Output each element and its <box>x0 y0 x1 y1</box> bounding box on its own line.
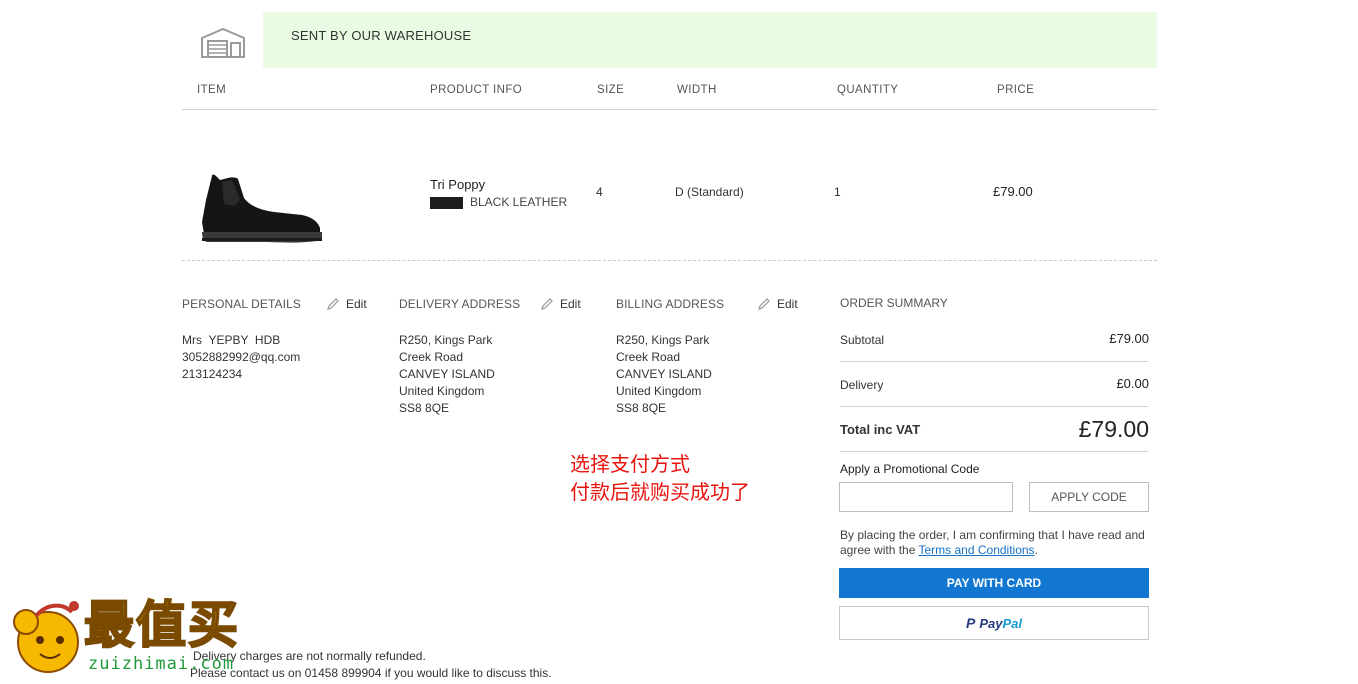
summary-divider <box>840 451 1148 452</box>
warehouse-icon <box>200 26 246 58</box>
header-item: ITEM <box>197 84 227 96</box>
personal-details-block: Mrs YEPBY HDB 3052882992@qq.com 21312423… <box>182 332 300 383</box>
pay-with-card-button[interactable]: PAY WITH CARD <box>839 568 1149 598</box>
address-line: United Kingdom <box>399 384 485 398</box>
billing-address-block: R250, Kings Park Creek Road CANVEY ISLAN… <box>616 332 712 417</box>
watermark-url: zuizhimai.com <box>88 654 235 674</box>
delivery-value: £0.00 <box>1116 376 1149 391</box>
product-price: £79.00 <box>993 184 1033 199</box>
terms-link[interactable]: Terms and Conditions <box>919 543 1035 557</box>
watermark-mascot-icon <box>6 596 88 676</box>
header-quantity: QUANTITY <box>837 84 899 96</box>
paypal-logo-icon: P <box>966 615 976 631</box>
annotation-note: 选择支付方式 付款后就购买成功了 <box>570 450 750 506</box>
address-line: United Kingdom <box>616 384 702 398</box>
edit-personal-button[interactable]: Edit <box>326 297 367 311</box>
summary-divider <box>840 361 1148 362</box>
address-line: CANVEY ISLAND <box>616 367 712 381</box>
total-label: Total inc VAT <box>840 422 921 437</box>
address-line: CANVEY ISLAND <box>399 367 495 381</box>
address-line: SS8 8QE <box>399 401 450 415</box>
address-line: Creek Road <box>616 350 681 364</box>
product-width: D (Standard) <box>675 185 744 199</box>
delivery-address-block: R250, Kings Park Creek Road CANVEY ISLAN… <box>399 332 495 417</box>
address-line: SS8 8QE <box>616 401 667 415</box>
edit-label: Edit <box>560 297 581 311</box>
watermark-title: 最值买 <box>83 596 240 654</box>
apply-code-button[interactable]: APPLY CODE <box>1029 482 1149 512</box>
promo-code-input[interactable] <box>839 482 1013 512</box>
personal-phone: 213124234 <box>182 367 243 381</box>
paypal-pay-text: Pay <box>979 615 1003 631</box>
summary-divider <box>840 406 1148 407</box>
footer-note-contact: Please contact us on 01458 899904 if you… <box>190 666 552 680</box>
terms-notice: By placing the order, I am confirming th… <box>840 528 1150 558</box>
header-width: WIDTH <box>677 84 717 96</box>
product-name[interactable]: Tri Poppy <box>430 177 485 192</box>
row-divider <box>182 260 1157 261</box>
product-image[interactable] <box>198 170 326 246</box>
edit-billing-button[interactable]: Edit <box>757 297 798 311</box>
edit-label: Edit <box>346 297 367 311</box>
color-swatch <box>430 197 463 209</box>
warehouse-banner-text: SENT BY OUR WAREHOUSE <box>291 28 472 43</box>
pencil-icon <box>541 298 553 310</box>
paypal-pal-text: Pal <box>1002 615 1022 631</box>
delivery-address-title: DELIVERY ADDRESS <box>399 297 521 311</box>
order-summary-title: ORDER SUMMARY <box>840 296 948 310</box>
billing-address-title: BILLING ADDRESS <box>616 297 725 311</box>
promo-code-title: Apply a Promotional Code <box>840 462 980 476</box>
edit-label: Edit <box>777 297 798 311</box>
pencil-icon <box>327 298 339 310</box>
edit-delivery-button[interactable]: Edit <box>540 297 581 311</box>
address-line: R250, Kings Park <box>616 333 710 347</box>
header-size: SIZE <box>597 84 625 96</box>
header-price: PRICE <box>997 84 1035 96</box>
total-value: £79.00 <box>1078 416 1149 442</box>
subtotal-label: Subtotal <box>840 333 885 347</box>
paypal-button[interactable]: P PayPal <box>839 606 1149 640</box>
product-quantity: 1 <box>834 185 841 199</box>
product-color: BLACK LEATHER <box>470 195 568 209</box>
header-product-info: PRODUCT INFO <box>430 84 523 96</box>
subtotal-value: £79.00 <box>1109 331 1149 346</box>
personal-details-title: PERSONAL DETAILS <box>182 297 301 311</box>
delivery-label: Delivery <box>840 378 884 392</box>
terms-suffix: . <box>1034 543 1038 557</box>
address-line: R250, Kings Park <box>399 333 493 347</box>
pencil-icon <box>758 298 770 310</box>
personal-name: Mrs YEPBY HDB <box>182 333 281 347</box>
header-divider <box>182 109 1157 110</box>
personal-email: 3052882992@qq.com <box>182 350 301 364</box>
product-size: 4 <box>596 185 603 199</box>
annotation-line-1: 选择支付方式 <box>570 452 690 476</box>
annotation-line-2: 付款后就购买成功了 <box>570 480 750 504</box>
address-line: Creek Road <box>399 350 464 364</box>
